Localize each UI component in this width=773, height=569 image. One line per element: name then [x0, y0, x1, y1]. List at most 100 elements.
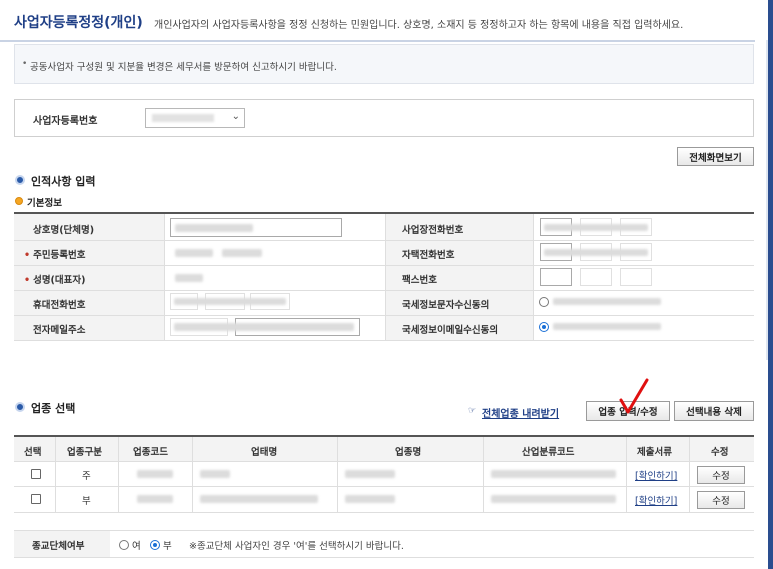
col-header-business-type: 업태명 [251, 447, 278, 458]
section-bullet-icon [15, 402, 25, 412]
full-screen-button[interactable]: 전체화면보기 [677, 147, 754, 166]
col-header-industry-name: 업종명 [395, 447, 422, 458]
name-label: • 성명(대표자) [24, 272, 85, 286]
resident-number-label-text: 주민등록번호 [33, 250, 86, 261]
sms-consent-options-redacted [553, 298, 661, 305]
row-divider [14, 486, 754, 487]
column-divider [385, 214, 386, 340]
trade-name-label: 상호명(단체명) [33, 225, 95, 236]
page-description: 개인사업자의 사업자등록사항을 정정 신청하는 민원입니다. 상호명, 소재지 … [154, 20, 684, 31]
annotation-check-icon [619, 378, 649, 414]
mobile-redacted [174, 298, 286, 305]
col-header-code: 업종코드 [133, 447, 168, 458]
column-divider [483, 437, 484, 512]
personal-section-title: 인적사항 입력 [31, 175, 96, 188]
column-divider [55, 437, 56, 512]
home-phone-label: 자택전화번호 [402, 250, 455, 261]
classification-code-redacted [491, 495, 616, 503]
name-label-text: 성명(대표자) [33, 275, 86, 286]
row-divider [14, 315, 754, 316]
section-bullet-icon [15, 175, 25, 185]
industry-name-redacted [345, 495, 395, 503]
email-consent-label: 국세정보이메일수신동의 [402, 325, 499, 336]
industry-code-redacted [137, 470, 173, 478]
column-divider [164, 214, 165, 340]
religious-yes-radio[interactable] [119, 540, 129, 550]
sms-consent-radio[interactable] [539, 297, 549, 307]
required-marker: • [24, 275, 31, 286]
religious-note: ※종교단체 사업자인 경우 '여'를 선택하시기 바랍니다. [189, 541, 404, 552]
fax-label: 팩스번호 [402, 275, 437, 286]
classification-code-redacted [491, 470, 616, 478]
row-edit-button[interactable]: 수정 [697, 466, 745, 484]
resident-number-redacted [175, 249, 213, 257]
office-phone-label: 사업장전화번호 [402, 225, 464, 236]
fax-part2[interactable] [580, 268, 612, 286]
resident-number-label: • 주민등록번호 [24, 247, 86, 261]
row-type: 부 [82, 496, 91, 507]
row-divider [14, 461, 754, 462]
col-header-documents: 제출서류 [637, 447, 672, 458]
subsection-dot-icon [15, 197, 23, 205]
email-consent-radio[interactable] [539, 322, 549, 332]
business-number-value-redacted [152, 114, 214, 122]
resident-number-redacted [222, 249, 262, 257]
fax-part1[interactable] [540, 268, 572, 286]
fax-part3[interactable] [620, 268, 652, 286]
business-type-redacted [200, 495, 318, 503]
col-header-type: 업종구분 [67, 447, 102, 458]
column-divider [192, 437, 193, 512]
email-consent-options-redacted [553, 323, 661, 330]
title-divider [0, 40, 755, 42]
row-divider [14, 512, 754, 513]
business-number-label: 사업자등록번호 [33, 116, 98, 127]
notice-bullet: • [22, 59, 28, 69]
column-divider [689, 437, 690, 512]
col-header-select: 선택 [24, 447, 42, 458]
industry-code-redacted [137, 495, 173, 503]
religious-yes-label: 여 [132, 541, 141, 552]
row-edit-button[interactable]: 수정 [697, 491, 745, 509]
column-divider [533, 214, 534, 340]
email-redacted [174, 323, 354, 331]
column-divider [626, 437, 627, 512]
docs-link[interactable]: [확인하기] [635, 493, 677, 507]
column-divider [337, 437, 338, 512]
row-divider [14, 265, 754, 266]
col-header-classification-code: 산업분류코드 [522, 447, 575, 458]
chevron-down-icon: ⌄ [231, 111, 240, 122]
religious-label: 종교단체여부 [32, 541, 85, 552]
trade-name-redacted [175, 224, 253, 232]
docs-link[interactable]: [확인하기] [635, 468, 677, 482]
delete-selected-button[interactable]: 선택내용 삭제 [674, 401, 754, 421]
col-header-edit: 수정 [711, 447, 729, 458]
business-type-redacted [200, 470, 230, 478]
mobile-label: 휴대전화번호 [33, 300, 86, 311]
row-divider [14, 240, 754, 241]
download-icon: ☞ [468, 406, 477, 416]
row-divider [14, 290, 754, 291]
row-select-checkbox[interactable] [31, 494, 41, 504]
basic-info-title: 기본정보 [27, 198, 62, 209]
side-scroll-strip[interactable] [768, 0, 773, 569]
row-type: 주 [82, 471, 91, 482]
business-number-box [14, 99, 754, 137]
notice-text: 공동사업자 구성원 및 지분율 변경은 세무서를 방문하여 신고하시기 바랍니다… [30, 62, 337, 73]
religious-no-label: 부 [163, 541, 172, 552]
page-title: 사업자등록정정(개인) [14, 15, 143, 31]
office-phone-redacted [544, 224, 648, 231]
home-phone-redacted [544, 249, 648, 256]
religious-row-bottom-border [14, 557, 754, 558]
industry-name-redacted [345, 470, 395, 478]
industry-section-title: 업종 선택 [31, 402, 76, 415]
column-divider [118, 437, 119, 512]
religious-no-radio[interactable] [150, 540, 160, 550]
business-number-select[interactable]: ⌄ [145, 108, 245, 128]
required-marker: • [24, 250, 31, 261]
name-redacted [175, 274, 203, 282]
row-select-checkbox[interactable] [31, 469, 41, 479]
download-all-industries-link[interactable]: 전체업종 내려받기 [482, 405, 559, 420]
email-label: 전자메일주소 [33, 325, 86, 336]
sms-consent-label: 국세정보문자수신동의 [402, 300, 490, 311]
religious-row-top-border [14, 530, 754, 531]
